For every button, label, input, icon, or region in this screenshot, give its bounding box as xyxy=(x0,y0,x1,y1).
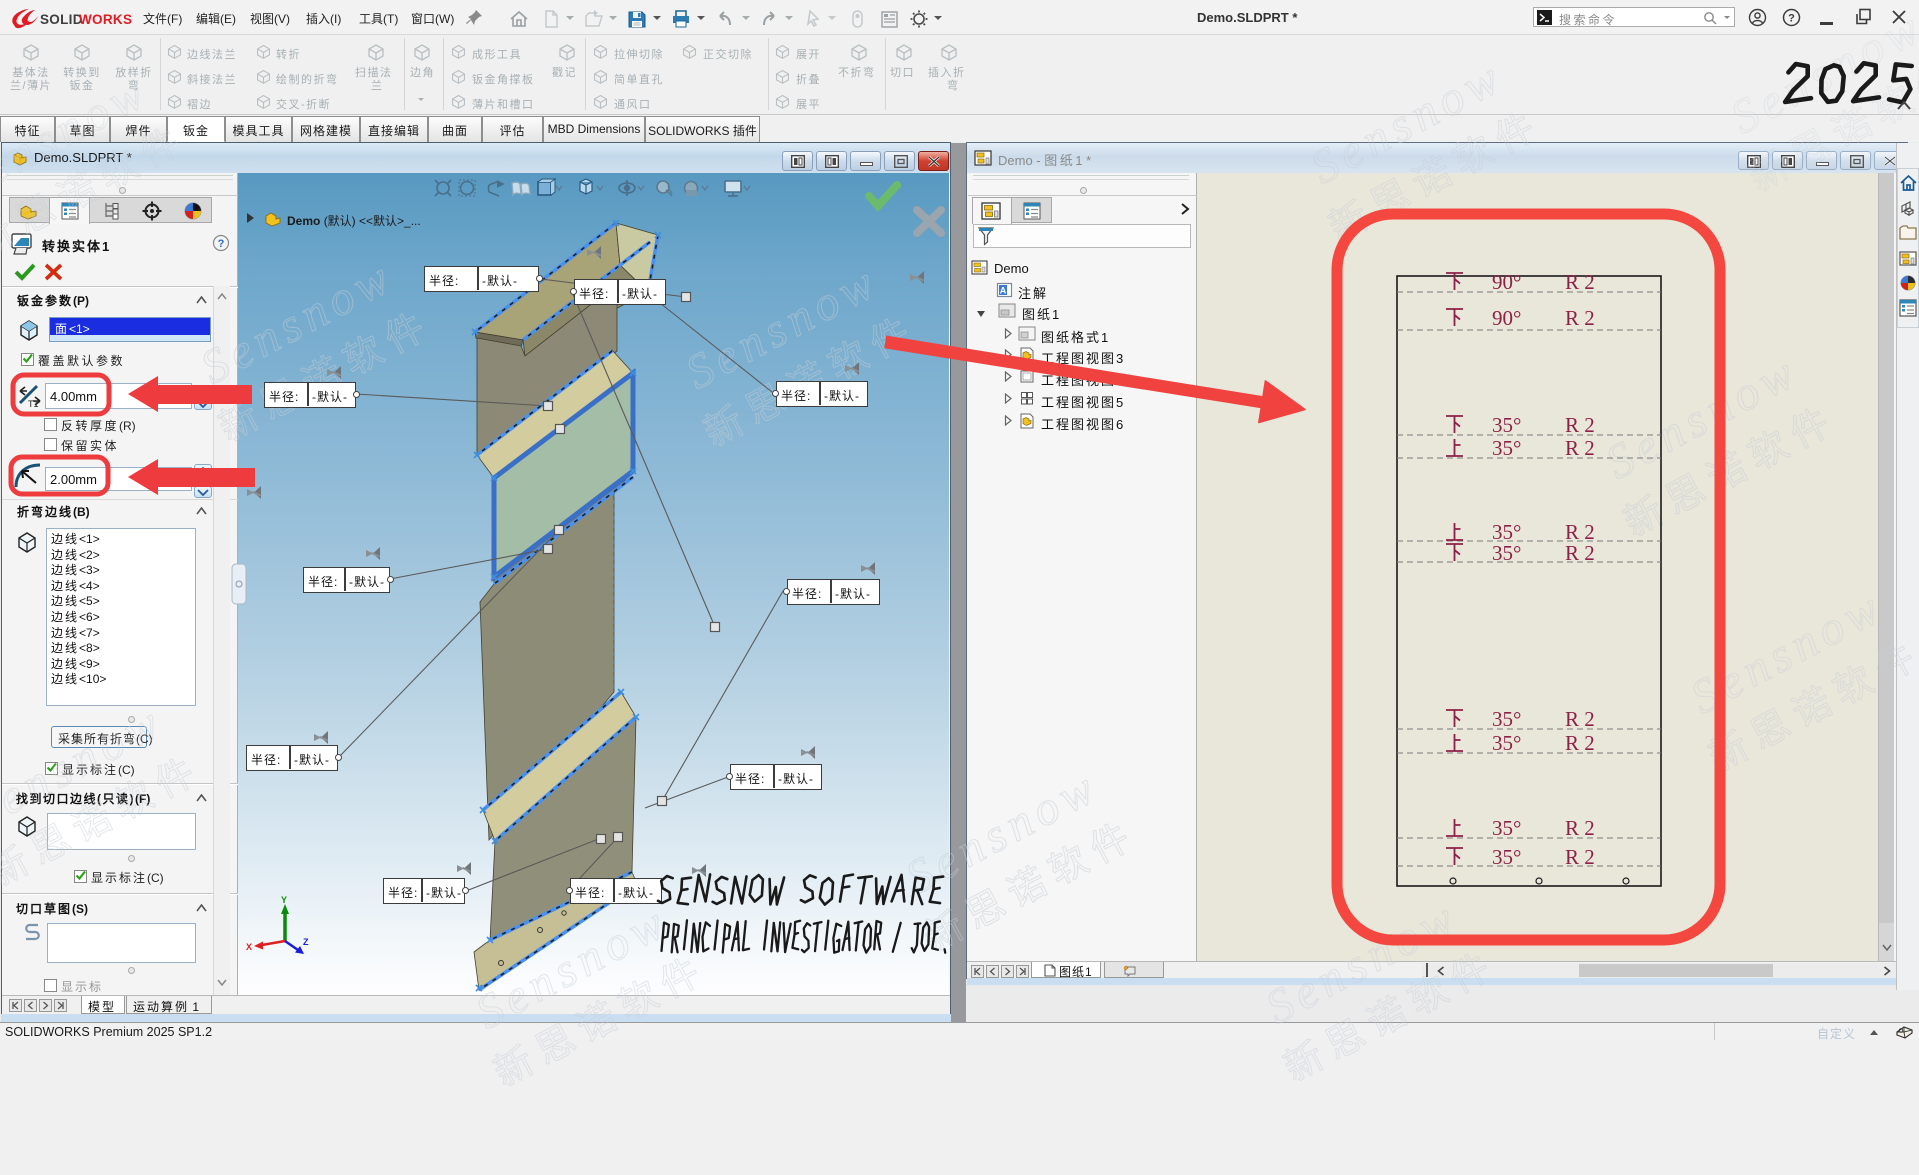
svg-text:?: ? xyxy=(1788,13,1795,25)
svg-text:T1: T1 xyxy=(28,399,39,409)
svg-text:A: A xyxy=(1000,286,1007,296)
svg-text:?: ? xyxy=(218,238,225,250)
svg-text:WORKS: WORKS xyxy=(79,12,132,27)
svg-text:SOLID: SOLID xyxy=(40,12,83,27)
